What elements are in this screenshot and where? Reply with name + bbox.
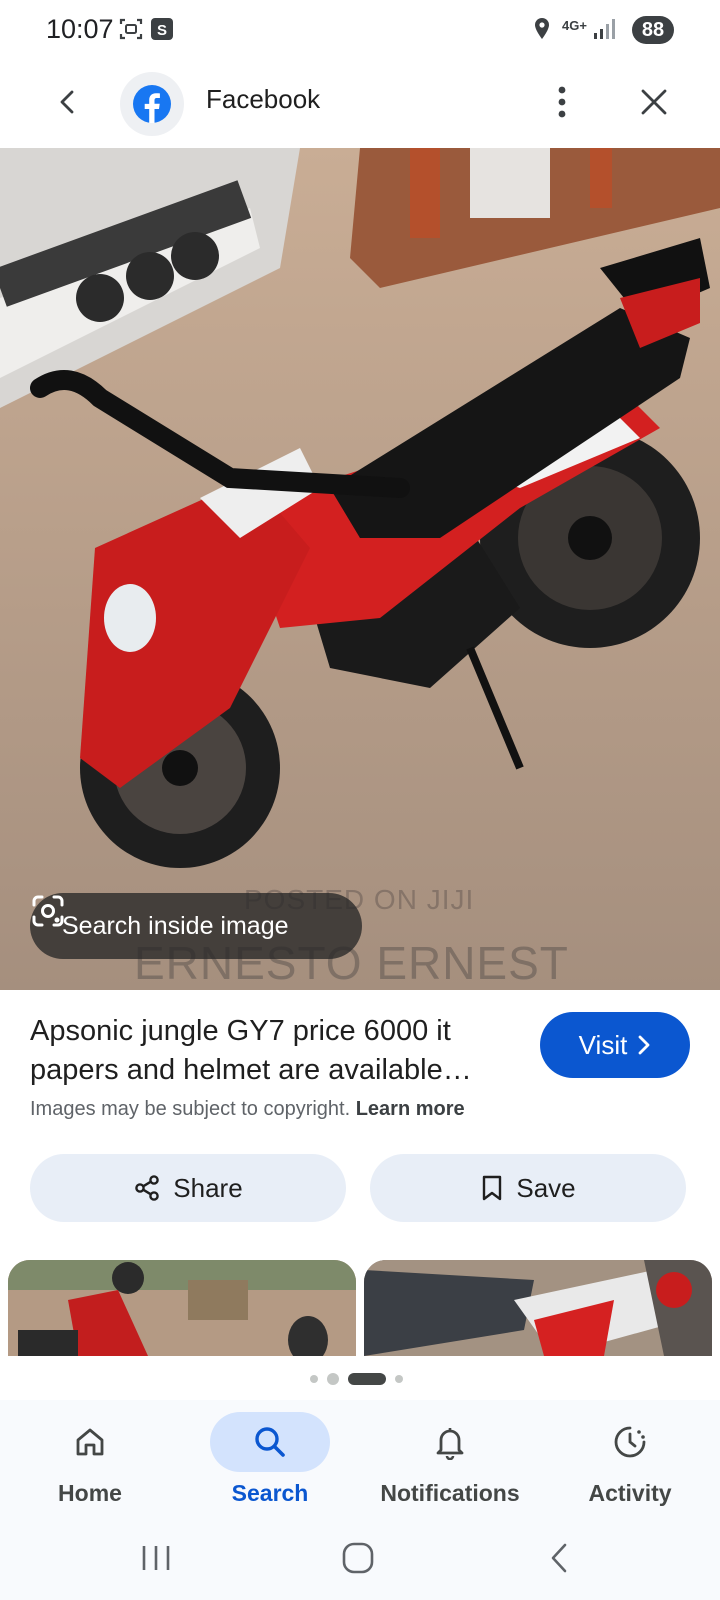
location-icon bbox=[535, 18, 549, 39]
bottom-navigation: Home Search Notifications Activity bbox=[0, 1400, 720, 1518]
share-label: Share bbox=[173, 1172, 243, 1203]
network-type: 4G+ bbox=[562, 18, 587, 33]
more-vert-icon bbox=[558, 86, 566, 118]
copyright-text: Images may be subject to copyright. bbox=[30, 1098, 351, 1120]
nav-notifications-icon-wrap bbox=[390, 1412, 510, 1472]
carousel-dot bbox=[327, 1373, 339, 1385]
system-navigation-bar bbox=[0, 1518, 720, 1600]
signal-icon bbox=[594, 19, 615, 39]
share-button[interactable]: Share bbox=[30, 1154, 346, 1222]
save-label: Save bbox=[516, 1172, 576, 1203]
svg-text:S: S bbox=[157, 22, 167, 39]
close-icon bbox=[641, 89, 667, 115]
activity-icon bbox=[614, 1426, 646, 1458]
screenshot-icon bbox=[119, 18, 143, 40]
share-icon bbox=[135, 1175, 160, 1201]
learn-more-link[interactable]: Learn more bbox=[356, 1098, 465, 1120]
lens-top-bar: Facebook bbox=[0, 62, 720, 148]
result-title[interactable]: Apsonic jungle GY7 price 6000 it papers … bbox=[30, 1012, 510, 1090]
related-image-2[interactable] bbox=[364, 1260, 712, 1356]
related-image-1[interactable] bbox=[8, 1260, 356, 1356]
site-name[interactable]: Facebook bbox=[206, 84, 320, 115]
nav-search-label: Search bbox=[231, 1480, 309, 1506]
nav-notifications-label: Notifications bbox=[380, 1480, 520, 1506]
recent-apps-button[interactable] bbox=[126, 1538, 186, 1578]
lens-camera-icon bbox=[32, 895, 64, 927]
nav-activity-label: Activity bbox=[588, 1480, 672, 1506]
home-system-button[interactable] bbox=[328, 1538, 388, 1578]
bell-icon bbox=[436, 1428, 464, 1460]
related-image-1-photo bbox=[8, 1260, 356, 1356]
search-inside-image-label: Search inside image bbox=[62, 911, 289, 940]
nav-activity-icon-wrap bbox=[570, 1412, 690, 1472]
related-image-2-photo bbox=[364, 1260, 712, 1356]
battery-indicator: 88 bbox=[632, 16, 674, 44]
site-favicon bbox=[120, 72, 184, 136]
bookmark-icon bbox=[483, 1175, 502, 1201]
nav-search-icon-wrap bbox=[210, 1412, 330, 1472]
home-circle-icon bbox=[342, 1542, 374, 1574]
status-bar: 10:07 S 4G+ 88 bbox=[0, 0, 720, 60]
back-arrow-icon bbox=[551, 1543, 567, 1573]
nav-search[interactable]: Search bbox=[180, 1412, 360, 1512]
result-image[interactable]: POSTED ON JIJI ERNESTO ERNEST Search ins… bbox=[0, 148, 720, 990]
visit-label: Visit bbox=[578, 1029, 628, 1060]
chevron-left-icon bbox=[60, 90, 74, 114]
nav-notifications[interactable]: Notifications bbox=[360, 1412, 540, 1512]
status-time: 10:07 bbox=[46, 14, 114, 44]
close-button[interactable] bbox=[628, 76, 680, 128]
search-icon bbox=[255, 1427, 285, 1457]
search-inside-image-button[interactable]: Search inside image bbox=[30, 893, 362, 959]
carousel-indicator bbox=[310, 1372, 412, 1386]
nav-home[interactable]: Home bbox=[0, 1412, 180, 1512]
more-options-button[interactable] bbox=[540, 76, 584, 128]
carousel-dot-active bbox=[348, 1373, 386, 1385]
nav-home-label: Home bbox=[58, 1480, 122, 1506]
nav-activity[interactable]: Activity bbox=[540, 1412, 720, 1512]
carousel-dot bbox=[395, 1375, 403, 1383]
carousel-dot bbox=[310, 1375, 318, 1383]
back-system-button[interactable] bbox=[530, 1538, 590, 1578]
visit-button[interactable]: Visit bbox=[540, 1012, 690, 1078]
facebook-icon bbox=[133, 85, 171, 123]
home-icon bbox=[76, 1428, 104, 1456]
save-button[interactable]: Save bbox=[370, 1154, 686, 1222]
app-s-icon: S bbox=[151, 18, 173, 40]
recent-apps-icon bbox=[142, 1546, 170, 1570]
nav-home-icon-wrap bbox=[30, 1412, 150, 1472]
copyright-notice: Images may be subject to copyright. Lear… bbox=[30, 1098, 465, 1121]
chevron-right-icon bbox=[638, 1035, 650, 1055]
back-button[interactable] bbox=[42, 76, 94, 128]
motorcycle-photo bbox=[0, 148, 720, 990]
